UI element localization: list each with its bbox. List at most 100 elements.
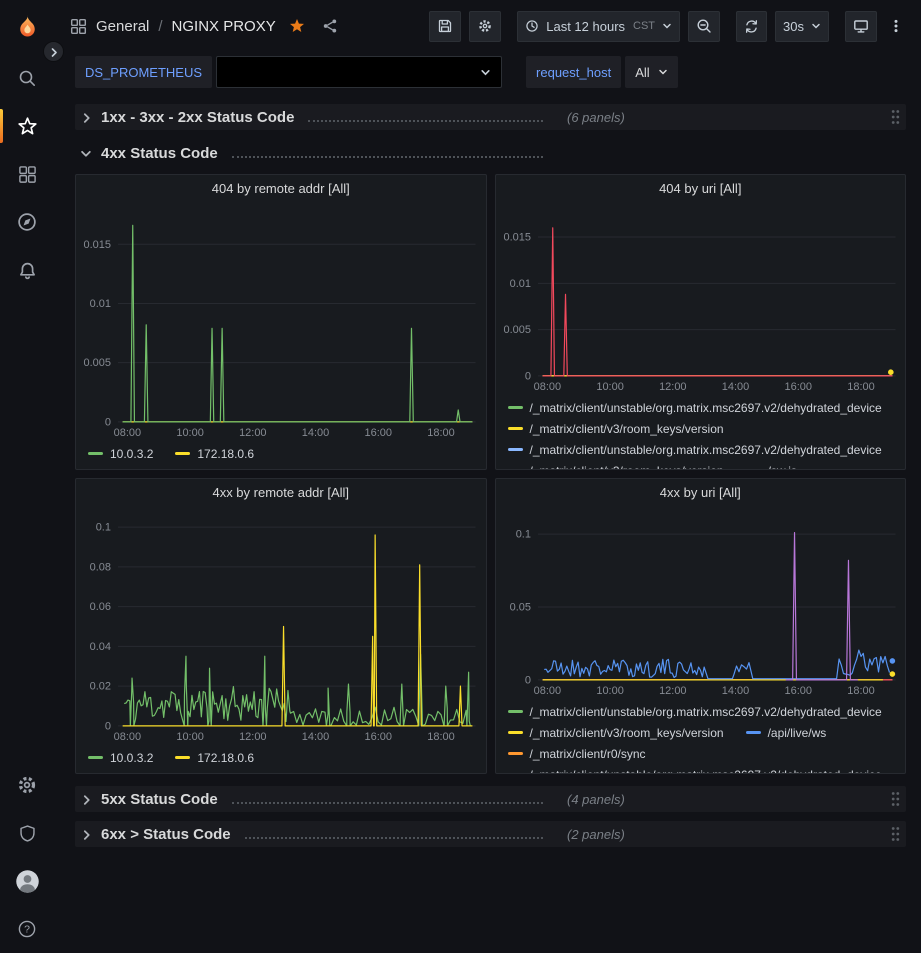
chevron-down-icon xyxy=(811,21,821,31)
panel-404-by-uri: 404 by uri [All] 00.0050.010.01508:0010:… xyxy=(495,174,907,470)
legend-item[interactable]: /_matrix/client/unstable/org.matrix.msc2… xyxy=(508,401,882,415)
breadcrumb-separator: / xyxy=(158,18,162,35)
star-filled-icon[interactable] xyxy=(289,18,305,34)
legend-item[interactable]: 172.18.0.6 xyxy=(175,447,254,461)
svg-text:14:00: 14:00 xyxy=(302,427,329,439)
svg-text:12:00: 12:00 xyxy=(659,685,686,697)
legend-item[interactable]: /_matrix/client/r0/sync xyxy=(508,747,646,761)
legend-item[interactable]: /_matrix/client/v3/room_keys/version xyxy=(508,726,724,740)
legend-item[interactable]: /_matrix/client/v3/room_keys/version xyxy=(508,464,724,470)
request-host-variable-select[interactable]: All xyxy=(625,56,677,88)
svg-text:12:00: 12:00 xyxy=(659,381,686,393)
svg-text:08:00: 08:00 xyxy=(114,731,141,743)
time-series-chart[interactable]: 00.020.040.060.080.108:0010:0012:0014:00… xyxy=(76,507,486,745)
main-area: General / NGINX PROXY xyxy=(54,0,921,953)
svg-text:10:00: 10:00 xyxy=(176,731,203,743)
time-series-chart[interactable]: 00.0050.010.01508:0010:0012:0014:0016:00… xyxy=(496,203,906,395)
svg-text:08:00: 08:00 xyxy=(533,381,560,393)
panel-title[interactable]: 4xx by uri [All] xyxy=(496,479,906,507)
server-admin-shield-icon xyxy=(18,824,37,843)
cycle-view-mode-button[interactable] xyxy=(845,11,877,42)
refresh-interval-label: 30s xyxy=(783,19,804,34)
panel-title[interactable]: 404 by remote addr [All] xyxy=(76,175,486,203)
svg-text:08:00: 08:00 xyxy=(533,685,560,697)
sidebar-item-help[interactable]: ? xyxy=(0,905,54,953)
help-question-icon: ? xyxy=(17,919,37,939)
panel-grid: 404 by remote addr [All] 00.0050.010.015… xyxy=(75,174,906,774)
clock-icon xyxy=(525,19,539,33)
sidebar-item-alerting[interactable] xyxy=(0,246,54,294)
svg-text:?: ? xyxy=(24,924,30,936)
chevron-right-icon xyxy=(49,47,59,57)
time-series-chart[interactable]: 00.0050.010.01508:0010:0012:0014:0016:00… xyxy=(76,203,486,441)
row-drag-handle[interactable] xyxy=(891,109,900,125)
legend-item[interactable]: 10.0.3.2 xyxy=(88,751,153,765)
chevron-right-icon xyxy=(81,112,92,123)
request-host-variable-label: request_host xyxy=(526,56,621,88)
datasource-variable: DS_PROMETHEUS xyxy=(75,56,502,88)
legend-color-swatch xyxy=(508,731,523,734)
svg-text:16:00: 16:00 xyxy=(784,381,811,393)
sidebar-item-starred[interactable] xyxy=(0,102,54,150)
panel-404-by-remote-addr: 404 by remote addr [All] 00.0050.010.015… xyxy=(75,174,487,470)
legend-item[interactable]: /_matrix/client/unstable/org.matrix.msc2… xyxy=(508,768,882,774)
refresh-interval-picker[interactable]: 30s xyxy=(775,11,829,42)
refresh-icon xyxy=(744,19,759,34)
time-series-chart[interactable]: 00.050.108:0010:0012:0014:0016:0018:00 xyxy=(496,507,906,699)
row-panel-count: (4 panels) xyxy=(567,792,625,807)
row-1xx-3xx-2xx[interactable]: 1xx - 3xx - 2xx Status Code (6 panels) xyxy=(75,104,906,130)
datasource-variable-select[interactable] xyxy=(216,56,502,88)
legend-item[interactable]: /_matrix/client/unstable/org.matrix.msc2… xyxy=(508,443,882,457)
grafana-app: ? General / NGINX PROXY xyxy=(0,0,921,953)
request-host-variable: request_host All xyxy=(526,56,678,88)
svg-text:0: 0 xyxy=(524,674,530,686)
svg-text:08:00: 08:00 xyxy=(114,427,141,439)
topbar-actions: Last 12 hours CST xyxy=(429,11,907,42)
panel-title[interactable]: 4xx by remote addr [All] xyxy=(76,479,486,507)
sidebar-item-explore[interactable] xyxy=(0,198,54,246)
sidebar-item-profile[interactable] xyxy=(0,857,54,905)
share-icon[interactable] xyxy=(322,18,338,34)
sidebar-item-configuration[interactable] xyxy=(0,761,54,809)
save-dashboard-button[interactable] xyxy=(429,11,461,42)
row-6xx[interactable]: 6xx > Status Code (2 panels) xyxy=(75,821,906,847)
time-range-label: Last 12 hours xyxy=(546,19,625,34)
chevron-right-icon xyxy=(81,794,92,805)
legend-color-swatch xyxy=(508,427,523,430)
svg-text:0.005: 0.005 xyxy=(84,357,111,369)
request-host-variable-value: All xyxy=(635,65,649,80)
grafana-flame-icon xyxy=(13,13,42,42)
sidebar-expand-button[interactable] xyxy=(43,41,64,62)
legend-label: /_matrix/client/unstable/org.matrix.msc2… xyxy=(530,401,882,415)
zoom-out-time-button[interactable] xyxy=(688,11,720,42)
panel-4xx-by-remote-addr: 4xx by remote addr [All] 00.020.040.060.… xyxy=(75,478,487,774)
sidebar-item-search[interactable] xyxy=(0,54,54,102)
legend-item[interactable]: /sw.js xyxy=(746,464,797,470)
panel-title[interactable]: 404 by uri [All] xyxy=(496,175,906,203)
legend-item[interactable]: /api/live/ws xyxy=(746,726,827,740)
row-dotted-leader xyxy=(232,156,543,158)
legend-color-swatch xyxy=(508,752,523,755)
legend-label: 172.18.0.6 xyxy=(197,447,254,461)
legend-item[interactable]: /_matrix/client/unstable/org.matrix.msc2… xyxy=(508,705,882,719)
dashboard-canvas: 1xx - 3xx - 2xx Status Code (6 panels) xyxy=(54,96,921,847)
time-range-picker[interactable]: Last 12 hours CST xyxy=(517,11,680,42)
dashboard-settings-button[interactable] xyxy=(469,11,501,42)
svg-text:0.1: 0.1 xyxy=(515,529,530,541)
legend-item[interactable]: /_matrix/client/v3/room_keys/version xyxy=(508,422,724,436)
legend-item[interactable]: 172.18.0.6 xyxy=(175,751,254,765)
row-title: 5xx Status Code xyxy=(101,791,218,808)
sidebar-item-server-admin[interactable] xyxy=(0,809,54,857)
zoom-out-icon xyxy=(696,18,712,34)
legend-item[interactable]: 10.0.3.2 xyxy=(88,447,153,461)
legend-label: /_matrix/client/unstable/org.matrix.msc2… xyxy=(530,705,882,719)
sidebar-item-dashboards[interactable] xyxy=(0,150,54,198)
row-5xx[interactable]: 5xx Status Code (4 panels) xyxy=(75,786,906,812)
row-4xx[interactable]: 4xx Status Code xyxy=(75,140,906,166)
refresh-button[interactable] xyxy=(736,11,767,42)
more-options-button[interactable] xyxy=(885,11,907,42)
row-drag-handle[interactable] xyxy=(891,791,900,807)
breadcrumb-folder[interactable]: General xyxy=(96,18,149,35)
row-drag-handle[interactable] xyxy=(891,826,900,842)
variables-submenu: DS_PROMETHEUS request_host All xyxy=(54,52,921,96)
